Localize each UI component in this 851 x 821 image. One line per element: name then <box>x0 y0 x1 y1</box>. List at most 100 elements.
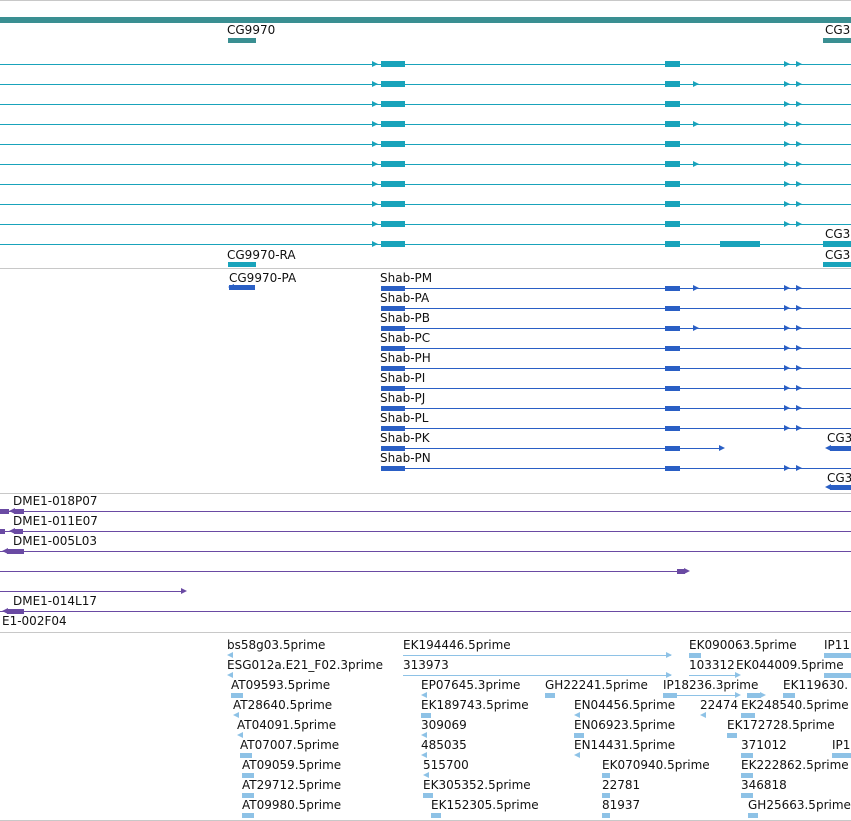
est-block[interactable] <box>231 693 243 698</box>
cg3-block[interactable] <box>823 262 851 267</box>
clone-end[interactable] <box>7 549 24 554</box>
est-block[interactable] <box>663 693 677 698</box>
exon-block[interactable] <box>665 121 680 127</box>
est-block[interactable] <box>741 753 753 758</box>
strand-arrow-right-icon <box>796 425 802 431</box>
est-block[interactable] <box>574 733 584 738</box>
est-block[interactable] <box>431 813 441 818</box>
exon-block[interactable] <box>665 426 680 431</box>
strand-arrow-left-icon <box>2 548 8 554</box>
strand-arrow-right-icon <box>666 672 672 678</box>
feature-label: EN14431.5prime <box>574 738 676 752</box>
genome-browser-tracks: CG9970 CG3 CG3 CG9970-RA CG3 CG9970-PA Shab-PM… <box>0 0 851 821</box>
est-block[interactable] <box>602 773 610 778</box>
strand-arrow-right-icon <box>784 425 790 431</box>
feature-label: IP1 <box>832 738 851 752</box>
exon-block[interactable] <box>665 101 680 107</box>
exon-block[interactable] <box>665 241 680 247</box>
gene-cg9970-block[interactable] <box>228 38 256 43</box>
est-block[interactable] <box>824 673 851 678</box>
strand-arrow-right-icon <box>784 141 790 147</box>
exon-block[interactable] <box>823 241 851 247</box>
clone-line <box>0 591 185 592</box>
exon-block[interactable] <box>665 386 680 391</box>
gene-span-bar[interactable] <box>0 17 851 23</box>
exon-block[interactable] <box>720 241 760 247</box>
feature-label: DME1-018P07 <box>13 494 98 508</box>
est-block[interactable] <box>421 713 431 718</box>
exon-block[interactable] <box>665 201 680 207</box>
cg3-block[interactable] <box>830 485 851 490</box>
exon-block[interactable] <box>665 181 680 187</box>
est-block[interactable] <box>741 713 755 718</box>
est-block[interactable] <box>242 773 254 778</box>
gene-cg3-block[interactable] <box>823 38 851 43</box>
exon-block[interactable] <box>665 446 680 451</box>
exon-block[interactable] <box>665 306 680 311</box>
est-block[interactable] <box>242 813 254 818</box>
cg9970-ra-block[interactable] <box>228 262 256 267</box>
clone-end[interactable] <box>0 529 5 534</box>
exon-block[interactable] <box>665 161 680 167</box>
cg3-block[interactable] <box>830 446 851 451</box>
strand-arrow-right-icon <box>666 652 672 658</box>
exon-block[interactable] <box>665 221 680 227</box>
est-block[interactable] <box>824 653 851 658</box>
est-block[interactable] <box>727 733 737 738</box>
exon-block[interactable] <box>381 241 405 247</box>
exon-block[interactable] <box>381 101 405 107</box>
est-block[interactable] <box>783 693 795 698</box>
est-block[interactable] <box>602 793 610 798</box>
transcript-line <box>381 348 851 349</box>
est-block[interactable] <box>423 793 433 798</box>
feature-label: EK248540.5prime <box>741 698 849 712</box>
est-block[interactable] <box>602 813 610 818</box>
feature-label: 346818 <box>741 778 787 792</box>
strand-arrow-left-icon <box>421 752 427 758</box>
exon-block[interactable] <box>665 61 680 67</box>
strand-arrow-right-icon <box>372 141 378 147</box>
est-block[interactable] <box>741 773 753 778</box>
est-block[interactable] <box>242 793 254 798</box>
exon-block[interactable] <box>665 286 680 291</box>
strand-arrow-right-icon <box>693 325 699 331</box>
strand-arrow-right-icon <box>784 405 790 411</box>
strand-arrow-right-icon <box>372 81 378 87</box>
exon-block[interactable] <box>381 121 405 127</box>
clone-line <box>0 511 851 512</box>
feature-label: EP07645.3prime <box>421 678 521 692</box>
strand-arrow-right-icon <box>784 101 790 107</box>
exon-block[interactable] <box>665 366 680 371</box>
exon-block[interactable] <box>665 141 680 147</box>
feature-label: EK152305.5prime <box>431 798 539 812</box>
exon-block[interactable] <box>381 61 405 67</box>
feature-label: 22474 <box>700 698 739 712</box>
transcript-line <box>0 124 851 125</box>
feature-label: AT28640.5prime <box>233 698 333 712</box>
exon-block[interactable] <box>665 466 680 471</box>
transcript-line <box>0 224 851 225</box>
exon-block[interactable] <box>665 346 680 351</box>
est-block[interactable] <box>747 693 761 698</box>
strand-arrow-right-icon <box>796 201 802 207</box>
exon-block[interactable] <box>665 326 680 331</box>
clone-end[interactable] <box>0 509 9 514</box>
exon-block[interactable] <box>381 181 405 187</box>
exon-block[interactable] <box>381 141 405 147</box>
feature-label: 515700 <box>423 758 469 772</box>
est-block[interactable] <box>689 653 701 658</box>
est-block[interactable] <box>545 693 555 698</box>
est-block[interactable] <box>240 753 252 758</box>
exon-block[interactable] <box>665 81 680 87</box>
exon-block[interactable] <box>381 221 405 227</box>
est-block[interactable] <box>832 753 851 758</box>
est-block[interactable] <box>748 813 758 818</box>
feature-label: 103312 <box>689 658 735 672</box>
exon-block[interactable] <box>381 201 405 207</box>
exon-block[interactable] <box>665 406 680 411</box>
transcript-line <box>381 408 851 409</box>
est-block[interactable] <box>741 793 753 798</box>
exon-block[interactable] <box>381 81 405 87</box>
clone-line <box>0 611 851 612</box>
exon-block[interactable] <box>381 161 405 167</box>
